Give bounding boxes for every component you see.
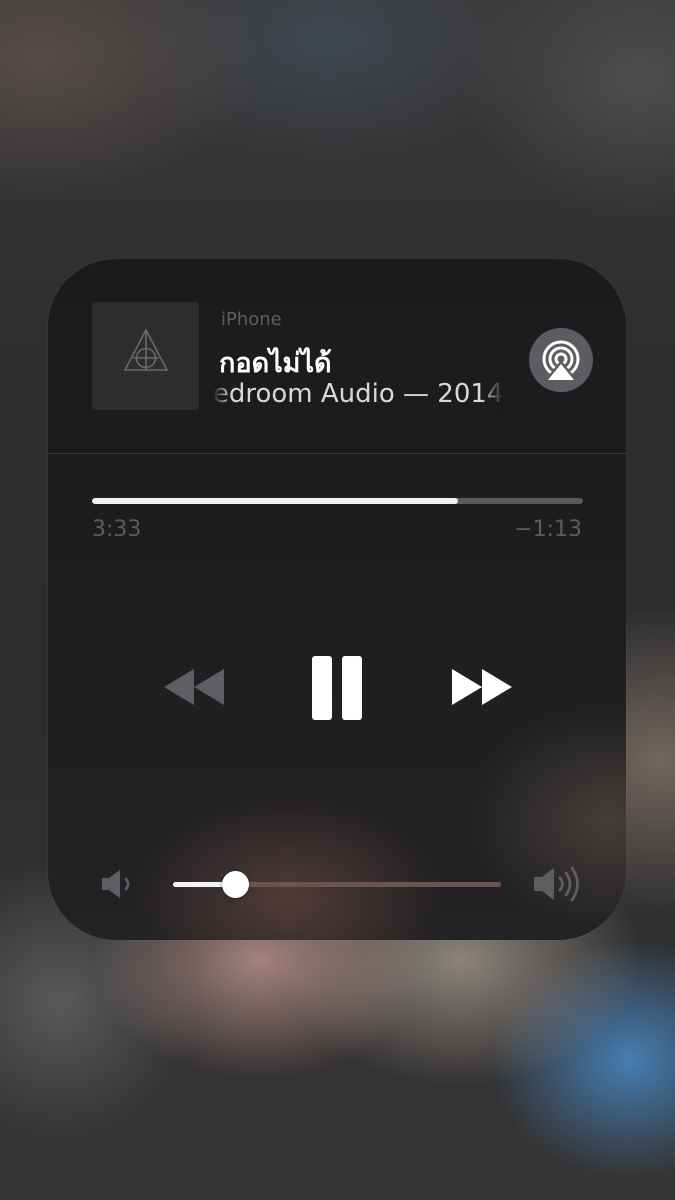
marquee-fade-right (481, 377, 503, 417)
playback-progress-fill (92, 498, 459, 504)
song-subtitle: Bedroom Audio — 2014 (213, 379, 503, 409)
speaker-high-icon (534, 866, 579, 902)
marquee-fade-left (213, 377, 231, 417)
elapsed-time: 3:33 (92, 517, 142, 542)
airplay-button[interactable] (529, 328, 593, 392)
album-artwork[interactable] (92, 302, 199, 410)
output-device-label: iPhone (221, 309, 282, 330)
rewind-icon (164, 669, 224, 705)
remaining-time: −1:13 (514, 517, 582, 542)
header-divider (48, 453, 626, 454)
volume-slider-thumb[interactable] (222, 871, 250, 898)
pause-button[interactable] (310, 655, 364, 721)
volume-max-indicator (532, 864, 584, 908)
airplay-audio-icon (542, 340, 580, 380)
volume-min-indicator (100, 868, 136, 904)
pause-icon (312, 656, 362, 720)
playback-progress-bar[interactable] (92, 498, 583, 504)
volume-slider[interactable] (173, 871, 501, 898)
triangle-emblem-icon (123, 328, 169, 371)
fast-forward-icon (452, 669, 512, 705)
speaker-low-icon (102, 870, 130, 898)
fast-forward-button[interactable] (450, 667, 514, 707)
song-subtitle-marquee: Bedroom Audio — 2014 (213, 377, 503, 417)
now-playing-panel: iPhone กอดไม่ได้ Bedroom Audio — 2014 3:… (48, 259, 626, 940)
rewind-button[interactable] (162, 667, 226, 707)
